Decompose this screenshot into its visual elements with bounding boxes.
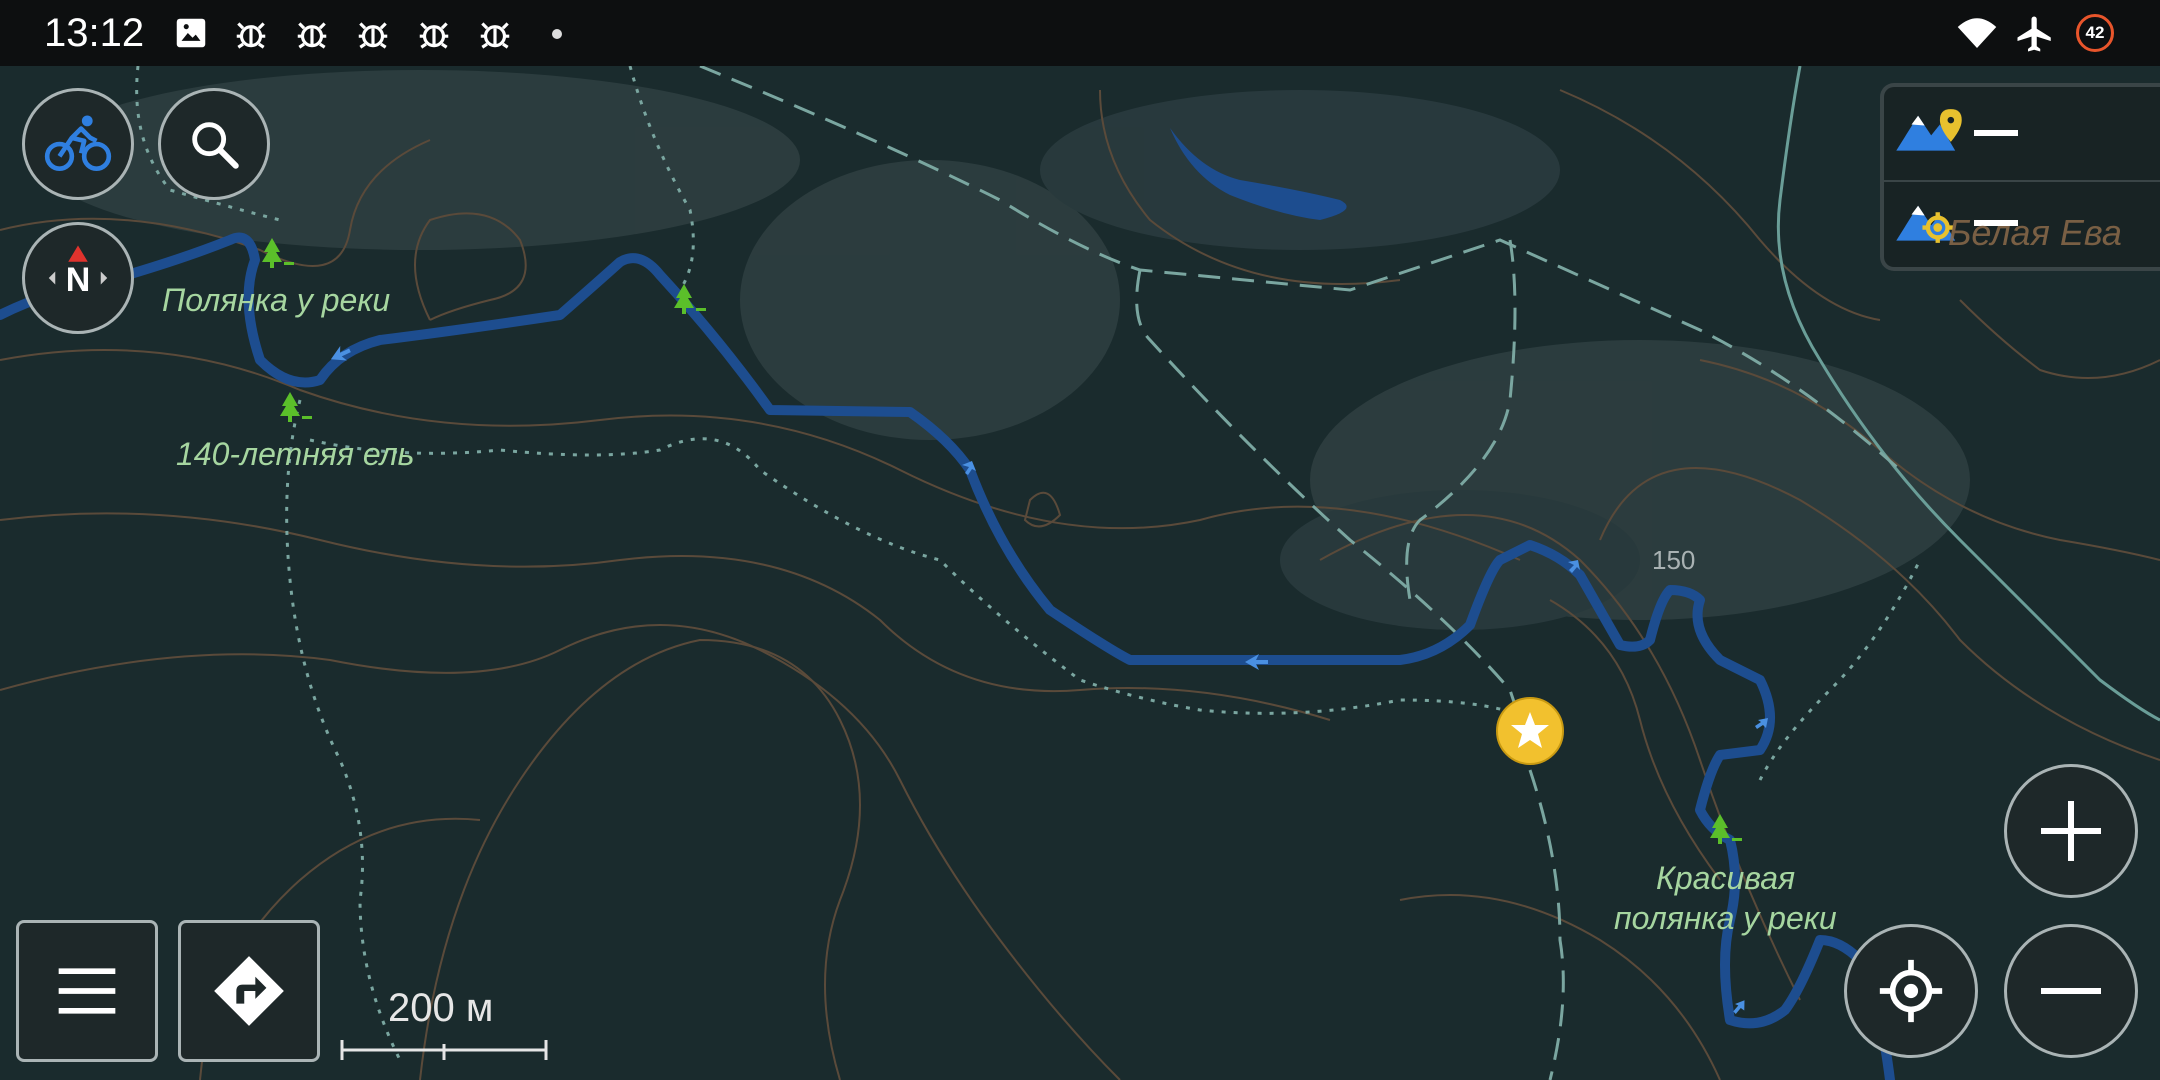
compass-button[interactable]: N: [22, 222, 134, 334]
profile-button[interactable]: [22, 88, 134, 200]
directions-button[interactable]: [178, 920, 320, 1062]
compass-north-letter: N: [65, 261, 91, 299]
android-debug-icon: [480, 22, 510, 49]
zoom-out-button[interactable]: [2004, 924, 2138, 1058]
my-location-button[interactable]: [1844, 924, 1978, 1058]
favorite-marker[interactable]: [1496, 697, 1564, 765]
contour-elevation-label: 150: [1652, 545, 1696, 575]
peak-name-label: Белая Ева: [1948, 212, 2122, 253]
my-location-icon: [1879, 959, 1943, 1023]
tree-icon: [280, 392, 312, 422]
notification-dot: [552, 29, 562, 39]
scale-text: 200 м: [388, 986, 494, 1030]
zoom-in-button[interactable]: [2004, 764, 2138, 898]
search-button[interactable]: [158, 88, 270, 200]
layer-minus-1[interactable]: [1974, 130, 2018, 136]
menu-button[interactable]: [16, 920, 158, 1062]
scale-bar: [340, 1040, 548, 1060]
android-debug-icon: [236, 22, 266, 49]
android-debug-icon: [297, 22, 327, 49]
minus-icon: [2041, 988, 2101, 994]
plus-icon: [2041, 801, 2101, 861]
directions-icon: [214, 956, 284, 1026]
search-icon: [192, 122, 239, 169]
image-icon: [176, 18, 206, 48]
bicycle-icon: [44, 115, 112, 171]
poi-label[interactable]: Полянка у реки: [162, 282, 390, 319]
battery-indicator: 42: [2076, 14, 2114, 52]
mountain-pin-icon: [1896, 109, 1962, 151]
poi-label[interactable]: полянка у реки: [1614, 900, 1837, 937]
status-bar: 13:12 42: [0, 0, 2160, 66]
status-time: 13:12: [44, 11, 145, 55]
android-debug-icon: [358, 22, 388, 49]
layer-divider: [1884, 180, 2160, 182]
wifi-icon: [1957, 18, 1997, 48]
poi-label[interactable]: 140-летняя ель: [176, 436, 414, 473]
menu-icon: [58, 968, 116, 1014]
battery-level: 42: [2085, 23, 2105, 42]
poi-label[interactable]: Красивая: [1656, 860, 1795, 897]
android-debug-icon: [419, 22, 449, 49]
layer-row-1[interactable]: [1884, 87, 2160, 177]
airplane-mode-icon: [2017, 16, 2051, 52]
